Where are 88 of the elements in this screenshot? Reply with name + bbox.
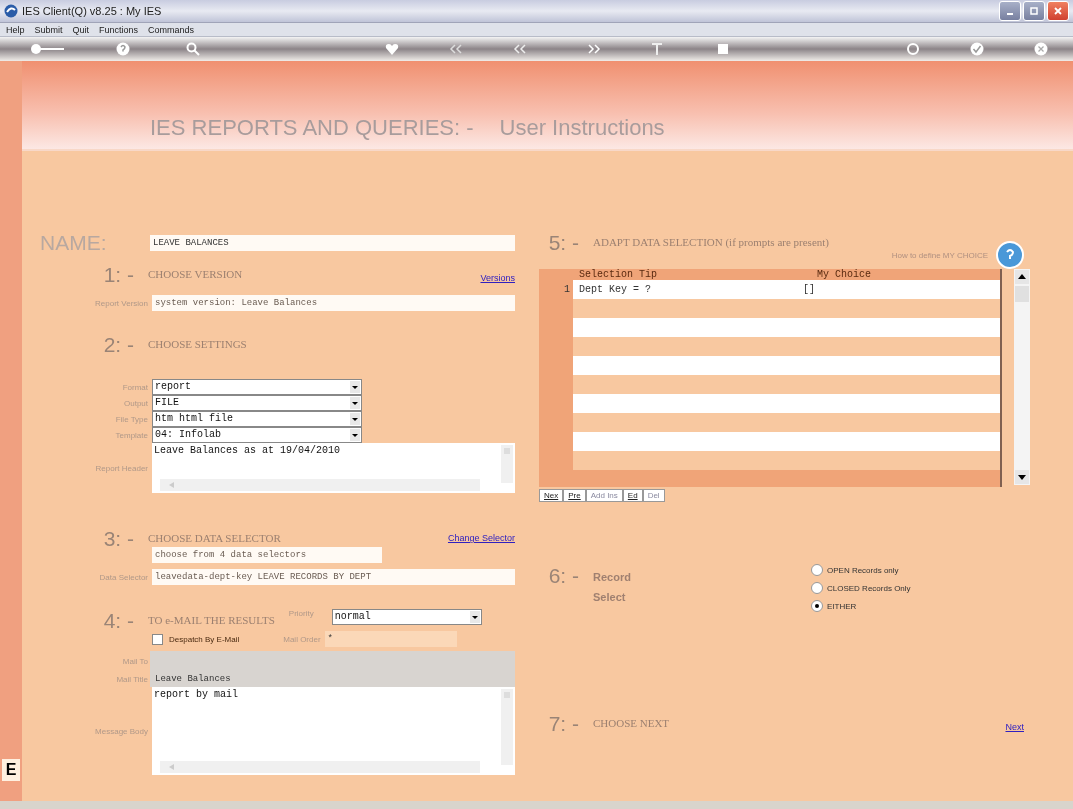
table-cell-text: [] bbox=[803, 283, 815, 297]
field-label: Output bbox=[123, 398, 149, 408]
mail-order-field[interactable]: * bbox=[324, 631, 457, 647]
maximize-button[interactable] bbox=[1023, 1, 1045, 21]
field-label: Mail Order bbox=[283, 634, 322, 644]
fast-forward-icon[interactable] bbox=[587, 44, 601, 54]
heart-icon[interactable] bbox=[385, 43, 399, 55]
vertical-scrollbar[interactable] bbox=[1014, 269, 1030, 485]
field-label: Report Version bbox=[94, 298, 149, 308]
section-title: CHOOSE DATA SELECTOR bbox=[148, 532, 281, 544]
section-number: 2: - bbox=[102, 333, 134, 357]
close-icon bbox=[1054, 7, 1062, 15]
maximize-icon bbox=[1030, 7, 1038, 15]
dropdown[interactable]: report bbox=[152, 379, 362, 395]
grid-row[interactable]: Dept Key = ? [] bbox=[573, 280, 1000, 299]
dropdown[interactable]: 04: Infolab bbox=[152, 427, 362, 443]
radio-button[interactable] bbox=[811, 582, 823, 594]
mail-title-field[interactable]: Leave Balances bbox=[152, 671, 515, 687]
menu-item[interactable]: Help bbox=[6, 24, 25, 35]
next-link[interactable]: Next bbox=[1005, 722, 1024, 732]
table-cell-text: Dept Key = ? bbox=[579, 283, 652, 297]
close-button[interactable] bbox=[1047, 1, 1069, 21]
help-icon[interactable] bbox=[116, 42, 130, 56]
section-title: CHOOSE VERSION bbox=[148, 268, 243, 280]
row-number: 1 bbox=[563, 283, 571, 297]
key-icon[interactable] bbox=[30, 43, 66, 55]
checkbox-label: Despatch By E-Mail bbox=[169, 634, 240, 644]
radio-button[interactable] bbox=[811, 600, 823, 612]
section-title: TO e-MAIL THE RESULTS bbox=[148, 614, 275, 626]
radio-label: EITHER bbox=[827, 601, 857, 611]
priority-dropdown[interactable]: normal bbox=[331, 609, 482, 625]
change-selector-link[interactable]: Change Selector bbox=[447, 533, 515, 543]
field-label: Template bbox=[114, 430, 149, 440]
section-number: 1: - bbox=[102, 263, 134, 287]
radio-label: OPEN Records only bbox=[827, 565, 899, 575]
field-label: Data Selector bbox=[98, 572, 149, 582]
app-icon bbox=[4, 4, 18, 18]
name-field[interactable]: LEAVE BALANCES bbox=[150, 235, 515, 251]
minimize-button[interactable] bbox=[999, 1, 1021, 21]
section-number: 7: - bbox=[547, 712, 579, 736]
horizontal-scrollbar[interactable] bbox=[160, 761, 480, 773]
section-number: 4: - bbox=[102, 609, 134, 633]
menu-item[interactable]: Submit bbox=[34, 24, 63, 35]
help-icon[interactable] bbox=[996, 241, 1024, 269]
grid-button[interactable]: Pre bbox=[563, 489, 586, 502]
menu-item[interactable]: Functions bbox=[99, 24, 139, 35]
grid-button[interactable]: Nex bbox=[539, 489, 564, 502]
message-body-field[interactable]: report by mail bbox=[152, 687, 515, 775]
search-icon[interactable] bbox=[186, 42, 200, 56]
section-title: Record Select bbox=[593, 570, 632, 605]
report-version-field[interactable]: system version: Leave Balances bbox=[152, 295, 515, 311]
name-label: NAME: bbox=[40, 231, 108, 255]
section-number: 3: - bbox=[102, 527, 134, 551]
report-header-field[interactable]: Leave Balances as at 19/04/2010 bbox=[152, 443, 515, 493]
page-title: IES REPORTS AND QUERIES: - bbox=[150, 115, 474, 141]
close-icon[interactable] bbox=[1034, 42, 1048, 56]
data-selector-field[interactable]: leavedata-dept-key LEAVE RECORDS BY DEPT bbox=[152, 569, 515, 585]
dropdown[interactable]: FILE bbox=[152, 395, 362, 411]
field-label: Format bbox=[121, 382, 149, 392]
back-icon[interactable] bbox=[449, 44, 463, 54]
column-header: Selection Tip bbox=[579, 269, 658, 280]
field-label: Report Header bbox=[94, 463, 149, 473]
section-number: 5: - bbox=[547, 231, 579, 255]
field-label: Mail Title bbox=[115, 674, 149, 684]
check-icon[interactable] bbox=[970, 42, 984, 56]
radio-button[interactable] bbox=[811, 564, 823, 576]
selector-hint-field: choose from 4 data selectors bbox=[152, 547, 382, 563]
vertical-scrollbar[interactable] bbox=[501, 445, 513, 483]
versions-link[interactable]: Versions bbox=[480, 273, 515, 283]
menu-item[interactable]: Quit bbox=[72, 24, 90, 35]
field-label: File Type bbox=[114, 414, 149, 424]
horizontal-scrollbar[interactable] bbox=[160, 479, 480, 491]
text-icon[interactable] bbox=[651, 43, 663, 55]
menu-item[interactable]: Commands bbox=[148, 24, 195, 35]
window-title: IES Client(Q) v8.25 : My IES bbox=[22, 5, 162, 17]
radio-label: CLOSED Records Only bbox=[827, 583, 911, 593]
rewind-icon[interactable] bbox=[513, 44, 527, 54]
page-subtitle: User Instructions bbox=[499, 115, 665, 141]
checkbox[interactable] bbox=[152, 633, 163, 645]
field-label: Priority bbox=[288, 609, 315, 618]
section-title: CHOOSE SETTINGS bbox=[148, 338, 247, 350]
vertical-scrollbar[interactable] bbox=[501, 689, 513, 765]
section-title: CHOOSE NEXT bbox=[593, 717, 670, 729]
side-tab[interactable]: E bbox=[1, 759, 21, 781]
section-title: ADAPT DATA SELECTION (if prompts are present) bbox=[593, 236, 829, 248]
dropdown[interactable]: htm html file bbox=[152, 411, 362, 427]
column-header: My Choice bbox=[817, 269, 871, 280]
section-number: 6: - bbox=[547, 564, 579, 588]
